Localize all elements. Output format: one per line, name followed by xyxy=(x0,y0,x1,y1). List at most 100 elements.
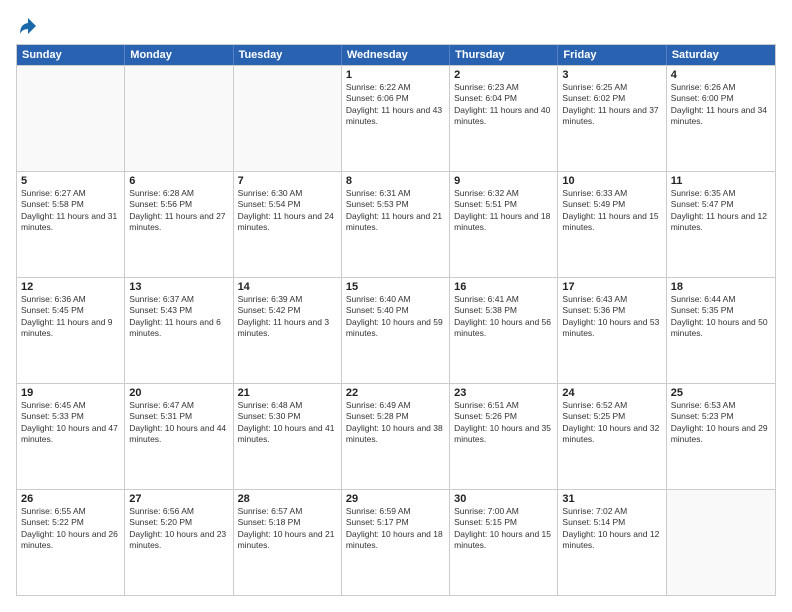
calendar-cell-r1c0: 5Sunrise: 6:27 AM Sunset: 5:58 PM Daylig… xyxy=(17,172,125,277)
calendar-cell-r4c2: 28Sunrise: 6:57 AM Sunset: 5:18 PM Dayli… xyxy=(234,490,342,595)
day-info: Sunrise: 6:37 AM Sunset: 5:43 PM Dayligh… xyxy=(129,294,228,340)
day-number: 13 xyxy=(129,281,228,293)
day-info: Sunrise: 6:41 AM Sunset: 5:38 PM Dayligh… xyxy=(454,294,553,340)
day-number: 5 xyxy=(21,175,120,187)
calendar-cell-r3c4: 23Sunrise: 6:51 AM Sunset: 5:26 PM Dayli… xyxy=(450,384,558,489)
calendar-row-1: 5Sunrise: 6:27 AM Sunset: 5:58 PM Daylig… xyxy=(17,171,775,277)
calendar-cell-r1c2: 7Sunrise: 6:30 AM Sunset: 5:54 PM Daylig… xyxy=(234,172,342,277)
day-info: Sunrise: 6:27 AM Sunset: 5:58 PM Dayligh… xyxy=(21,188,120,234)
weekday-header-friday: Friday xyxy=(558,45,666,65)
calendar-body: 1Sunrise: 6:22 AM Sunset: 6:06 PM Daylig… xyxy=(17,65,775,595)
day-number: 1 xyxy=(346,69,445,81)
calendar-cell-r4c4: 30Sunrise: 7:00 AM Sunset: 5:15 PM Dayli… xyxy=(450,490,558,595)
calendar-cell-r1c5: 10Sunrise: 6:33 AM Sunset: 5:49 PM Dayli… xyxy=(558,172,666,277)
day-number: 22 xyxy=(346,387,445,399)
day-number: 4 xyxy=(671,69,771,81)
weekday-header-thursday: Thursday xyxy=(450,45,558,65)
day-info: Sunrise: 6:48 AM Sunset: 5:30 PM Dayligh… xyxy=(238,400,337,446)
calendar-cell-r4c0: 26Sunrise: 6:55 AM Sunset: 5:22 PM Dayli… xyxy=(17,490,125,595)
day-info: Sunrise: 6:53 AM Sunset: 5:23 PM Dayligh… xyxy=(671,400,771,446)
day-number: 29 xyxy=(346,493,445,505)
calendar-cell-r4c6 xyxy=(667,490,775,595)
day-number: 21 xyxy=(238,387,337,399)
weekday-header-tuesday: Tuesday xyxy=(234,45,342,65)
calendar-cell-r0c1 xyxy=(125,66,233,171)
day-info: Sunrise: 6:28 AM Sunset: 5:56 PM Dayligh… xyxy=(129,188,228,234)
day-number: 16 xyxy=(454,281,553,293)
day-number: 20 xyxy=(129,387,228,399)
day-info: Sunrise: 6:32 AM Sunset: 5:51 PM Dayligh… xyxy=(454,188,553,234)
day-info: Sunrise: 6:26 AM Sunset: 6:00 PM Dayligh… xyxy=(671,82,771,128)
calendar-cell-r1c1: 6Sunrise: 6:28 AM Sunset: 5:56 PM Daylig… xyxy=(125,172,233,277)
calendar-row-4: 26Sunrise: 6:55 AM Sunset: 5:22 PM Dayli… xyxy=(17,489,775,595)
calendar-cell-r2c5: 17Sunrise: 6:43 AM Sunset: 5:36 PM Dayli… xyxy=(558,278,666,383)
day-number: 18 xyxy=(671,281,771,293)
day-number: 10 xyxy=(562,175,661,187)
calendar-cell-r3c2: 21Sunrise: 6:48 AM Sunset: 5:30 PM Dayli… xyxy=(234,384,342,489)
calendar-cell-r3c1: 20Sunrise: 6:47 AM Sunset: 5:31 PM Dayli… xyxy=(125,384,233,489)
weekday-header-sunday: Sunday xyxy=(17,45,125,65)
calendar-cell-r0c6: 4Sunrise: 6:26 AM Sunset: 6:00 PM Daylig… xyxy=(667,66,775,171)
day-number: 2 xyxy=(454,69,553,81)
day-number: 30 xyxy=(454,493,553,505)
day-info: Sunrise: 6:49 AM Sunset: 5:28 PM Dayligh… xyxy=(346,400,445,446)
calendar-cell-r1c3: 8Sunrise: 6:31 AM Sunset: 5:53 PM Daylig… xyxy=(342,172,450,277)
day-info: Sunrise: 6:52 AM Sunset: 5:25 PM Dayligh… xyxy=(562,400,661,446)
calendar-cell-r4c1: 27Sunrise: 6:56 AM Sunset: 5:20 PM Dayli… xyxy=(125,490,233,595)
calendar-cell-r1c4: 9Sunrise: 6:32 AM Sunset: 5:51 PM Daylig… xyxy=(450,172,558,277)
calendar-header: SundayMondayTuesdayWednesdayThursdayFrid… xyxy=(17,45,775,65)
calendar-cell-r3c5: 24Sunrise: 6:52 AM Sunset: 5:25 PM Dayli… xyxy=(558,384,666,489)
weekday-header-wednesday: Wednesday xyxy=(342,45,450,65)
day-info: Sunrise: 7:02 AM Sunset: 5:14 PM Dayligh… xyxy=(562,506,661,552)
day-info: Sunrise: 6:59 AM Sunset: 5:17 PM Dayligh… xyxy=(346,506,445,552)
day-number: 24 xyxy=(562,387,661,399)
day-number: 8 xyxy=(346,175,445,187)
day-info: Sunrise: 6:35 AM Sunset: 5:47 PM Dayligh… xyxy=(671,188,771,234)
day-info: Sunrise: 6:25 AM Sunset: 6:02 PM Dayligh… xyxy=(562,82,661,128)
calendar-cell-r4c5: 31Sunrise: 7:02 AM Sunset: 5:14 PM Dayli… xyxy=(558,490,666,595)
day-info: Sunrise: 6:40 AM Sunset: 5:40 PM Dayligh… xyxy=(346,294,445,340)
calendar-row-0: 1Sunrise: 6:22 AM Sunset: 6:06 PM Daylig… xyxy=(17,65,775,171)
day-info: Sunrise: 6:23 AM Sunset: 6:04 PM Dayligh… xyxy=(454,82,553,128)
day-info: Sunrise: 6:33 AM Sunset: 5:49 PM Dayligh… xyxy=(562,188,661,234)
day-number: 26 xyxy=(21,493,120,505)
page: SundayMondayTuesdayWednesdayThursdayFrid… xyxy=(0,0,792,612)
day-info: Sunrise: 6:39 AM Sunset: 5:42 PM Dayligh… xyxy=(238,294,337,340)
day-info: Sunrise: 6:44 AM Sunset: 5:35 PM Dayligh… xyxy=(671,294,771,340)
day-info: Sunrise: 6:57 AM Sunset: 5:18 PM Dayligh… xyxy=(238,506,337,552)
day-number: 11 xyxy=(671,175,771,187)
day-info: Sunrise: 6:43 AM Sunset: 5:36 PM Dayligh… xyxy=(562,294,661,340)
calendar-cell-r3c3: 22Sunrise: 6:49 AM Sunset: 5:28 PM Dayli… xyxy=(342,384,450,489)
logo-icon xyxy=(18,16,38,36)
day-info: Sunrise: 6:31 AM Sunset: 5:53 PM Dayligh… xyxy=(346,188,445,234)
day-number: 6 xyxy=(129,175,228,187)
day-info: Sunrise: 6:47 AM Sunset: 5:31 PM Dayligh… xyxy=(129,400,228,446)
calendar-cell-r2c3: 15Sunrise: 6:40 AM Sunset: 5:40 PM Dayli… xyxy=(342,278,450,383)
day-number: 15 xyxy=(346,281,445,293)
calendar-cell-r0c4: 2Sunrise: 6:23 AM Sunset: 6:04 PM Daylig… xyxy=(450,66,558,171)
day-info: Sunrise: 6:55 AM Sunset: 5:22 PM Dayligh… xyxy=(21,506,120,552)
header xyxy=(16,16,776,36)
day-number: 25 xyxy=(671,387,771,399)
day-info: Sunrise: 6:36 AM Sunset: 5:45 PM Dayligh… xyxy=(21,294,120,340)
weekday-header-saturday: Saturday xyxy=(667,45,775,65)
day-number: 12 xyxy=(21,281,120,293)
calendar-cell-r3c0: 19Sunrise: 6:45 AM Sunset: 5:33 PM Dayli… xyxy=(17,384,125,489)
day-number: 19 xyxy=(21,387,120,399)
day-info: Sunrise: 6:45 AM Sunset: 5:33 PM Dayligh… xyxy=(21,400,120,446)
day-number: 3 xyxy=(562,69,661,81)
day-number: 9 xyxy=(454,175,553,187)
calendar: SundayMondayTuesdayWednesdayThursdayFrid… xyxy=(16,44,776,596)
day-number: 7 xyxy=(238,175,337,187)
day-info: Sunrise: 6:30 AM Sunset: 5:54 PM Dayligh… xyxy=(238,188,337,234)
calendar-cell-r1c6: 11Sunrise: 6:35 AM Sunset: 5:47 PM Dayli… xyxy=(667,172,775,277)
calendar-cell-r0c5: 3Sunrise: 6:25 AM Sunset: 6:02 PM Daylig… xyxy=(558,66,666,171)
calendar-cell-r2c2: 14Sunrise: 6:39 AM Sunset: 5:42 PM Dayli… xyxy=(234,278,342,383)
day-info: Sunrise: 6:56 AM Sunset: 5:20 PM Dayligh… xyxy=(129,506,228,552)
calendar-cell-r0c0 xyxy=(17,66,125,171)
day-info: Sunrise: 6:51 AM Sunset: 5:26 PM Dayligh… xyxy=(454,400,553,446)
calendar-cell-r2c0: 12Sunrise: 6:36 AM Sunset: 5:45 PM Dayli… xyxy=(17,278,125,383)
calendar-cell-r3c6: 25Sunrise: 6:53 AM Sunset: 5:23 PM Dayli… xyxy=(667,384,775,489)
day-number: 27 xyxy=(129,493,228,505)
calendar-cell-r2c6: 18Sunrise: 6:44 AM Sunset: 5:35 PM Dayli… xyxy=(667,278,775,383)
